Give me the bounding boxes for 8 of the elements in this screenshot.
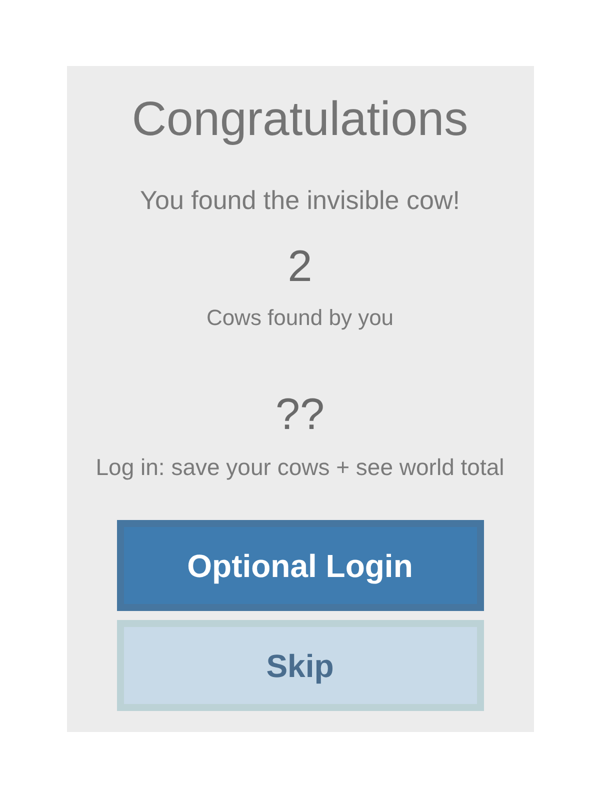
count-label: Cows found by you (206, 304, 394, 332)
message: You found the invisible cow! (140, 184, 460, 216)
title: Congratulations (132, 92, 468, 148)
skip-button[interactable]: Skip (116, 620, 484, 711)
count-value: ?? (276, 391, 324, 439)
login-button[interactable]: Optional Login (116, 520, 484, 611)
count-label: Log in: save your cows + see world total (96, 453, 504, 482)
count-value: 2 (288, 243, 312, 291)
